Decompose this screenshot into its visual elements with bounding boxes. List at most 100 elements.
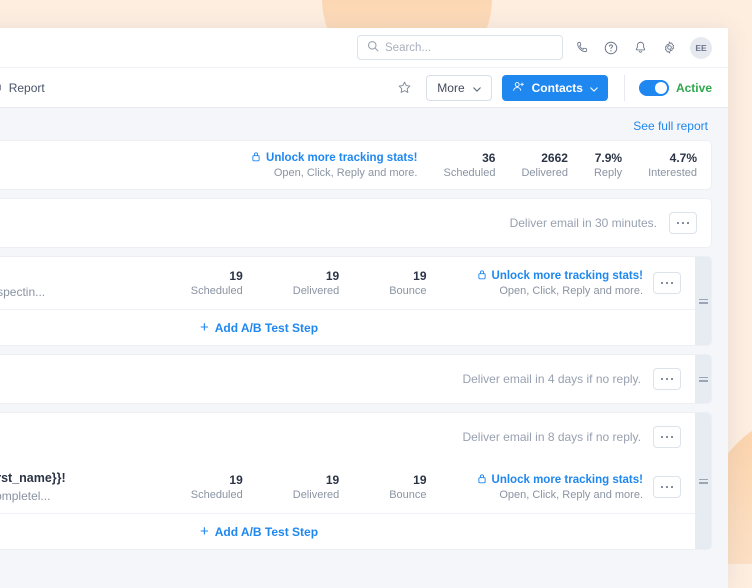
gear-icon[interactable]: [659, 38, 679, 58]
unlock-tracking-label: Unlock more tracking stats!: [492, 270, 643, 282]
deliver-timing-text: Deliver email in 8 days if no reply.: [462, 430, 653, 444]
help-circle-icon[interactable]: [601, 38, 621, 58]
see-full-report-link[interactable]: See full report: [633, 119, 708, 133]
stat-scheduled-label: Scheduled: [443, 167, 495, 179]
step-summary-row: nt 7 Bounced 164 Finished Deliver em: [0, 355, 695, 403]
search-icon: [367, 39, 379, 57]
email-stat-bounce-label: Bounce: [389, 489, 426, 501]
spacer: [0, 404, 712, 412]
stat-scheduled-value: 36: [443, 151, 495, 165]
email-stat-scheduled-value: 19: [191, 473, 243, 487]
unlock-tracking-link[interactable]: Unlock more tracking stats!: [477, 473, 643, 487]
email-stat-scheduled: 19 Scheduled: [191, 473, 243, 501]
summary-stats-card: Unlock more tracking stats! Open, Click,…: [0, 140, 712, 190]
top-bar: ers: App Prospecting Search...: [0, 28, 728, 68]
add-person-icon: [512, 80, 525, 96]
email-stat-scheduled: 19 Scheduled: [191, 269, 243, 297]
add-ab-test-step-button[interactable]: + Add A/B Test Step: [200, 524, 318, 539]
stat-delivered-value: 2662: [521, 151, 567, 165]
email-subject: m is seeing success, {{first_name}}!: [0, 471, 66, 485]
drag-handle[interactable]: [695, 355, 711, 403]
step-options-button[interactable]: [669, 212, 697, 234]
more-button[interactable]: More: [426, 75, 491, 101]
email-stat-bounce-value: 19: [389, 473, 426, 487]
email-subject: venue pipeline: [0, 267, 45, 281]
search-input[interactable]: Search...: [357, 35, 563, 60]
nav-actions: More Contacts: [392, 75, 712, 101]
nav-bar: tivity Log Settings: [0, 68, 728, 108]
step-summary-row: nt 7 Bounced 164 Finished Deliver em: [0, 413, 695, 461]
active-toggle-label: Active: [676, 81, 712, 95]
lock-icon: [477, 269, 487, 283]
email-stat-delivered-label: Delivered: [293, 285, 339, 297]
stat-reply: 7.9% Reply: [594, 151, 622, 179]
spacer: [0, 346, 712, 354]
drag-handle-icon: [699, 479, 708, 484]
stat-interested-value: 4.7%: [648, 151, 697, 165]
stat-interested: 4.7% Interested: [648, 151, 697, 179]
email-preview: ng Apollo to power your prospectin...: [0, 285, 45, 299]
summary-unlock-block[interactable]: Unlock more tracking stats! Open, Click,…: [251, 151, 417, 179]
email-stats: 19 Scheduled 19 Delivered 19 Bounce: [165, 473, 643, 501]
stat-reply-label: Reply: [594, 167, 622, 179]
main-content: See full report Unlock more tracking sta…: [0, 108, 728, 550]
unlock-tracking-link[interactable]: Unlock more tracking stats!: [251, 151, 417, 165]
deliver-timing-text: Deliver email in 30 minutes.: [510, 216, 669, 230]
stat-reply-value: 7.9%: [594, 151, 622, 165]
report-link-row: See full report: [0, 108, 712, 140]
unlock-tracking-label: Unlock more tracking stats!: [492, 474, 643, 486]
spacer: [0, 248, 712, 256]
top-bar-actions: Search...: [357, 35, 712, 60]
sequence-step-card: nt 7 Bounced 164 Finished Deliver em: [0, 354, 712, 404]
unlock-tracking-link[interactable]: Unlock more tracking stats!: [477, 269, 643, 283]
step-options-button[interactable]: [653, 368, 681, 390]
email-stat-delivered-label: Delivered: [293, 489, 339, 501]
add-ab-test-step-button[interactable]: + Add A/B Test Step: [200, 320, 318, 335]
contacts-button[interactable]: Contacts: [502, 75, 608, 101]
spacer: [0, 190, 712, 198]
add-ab-test-step-label: Add A/B Test Step: [215, 321, 318, 335]
step-options-button[interactable]: [653, 426, 681, 448]
drag-handle[interactable]: [695, 413, 711, 549]
phone-icon[interactable]: [572, 38, 592, 58]
email-stat-bounce: 19 Bounce: [389, 473, 426, 501]
search-placeholder: Search...: [385, 42, 431, 54]
active-toggle-group: Active: [624, 75, 712, 101]
active-toggle[interactable]: [639, 80, 669, 96]
plus-icon: +: [200, 320, 209, 335]
unlock-tracking-label: Unlock more tracking stats!: [266, 152, 417, 164]
step-options-button[interactable]: [653, 272, 681, 294]
bell-icon[interactable]: [630, 38, 650, 58]
drag-handle-icon: [699, 377, 708, 382]
add-ab-test-step-label: Add A/B Test Step: [215, 525, 318, 539]
tab-report-label: Report: [9, 81, 45, 95]
email-text-block: m is seeing success, {{first_name}}! ut …: [0, 471, 66, 503]
email-unlock-block[interactable]: Unlock more tracking stats! Open, Click,…: [477, 269, 643, 297]
chevron-down-icon: [473, 81, 481, 95]
stat-interested-label: Interested: [648, 167, 697, 179]
unlock-tracking-sub: Open, Click, Reply and more.: [274, 167, 418, 179]
bar-chart-icon: [0, 80, 3, 96]
email-preview: ut to make sure you were completel...: [0, 489, 66, 503]
star-icon[interactable]: [392, 76, 416, 100]
email-stat-bounce: 19 Bounce: [389, 269, 426, 297]
email-stat-delivered-value: 19: [293, 269, 339, 283]
email-unlock-block[interactable]: Unlock more tracking stats! Open, Click,…: [477, 473, 643, 501]
email-stat-scheduled-label: Scheduled: [191, 489, 243, 501]
step-summary-row: nt 7 Bounced 164 Finished Deliver em: [0, 199, 711, 247]
toggle-knob: [655, 82, 667, 94]
sequence-step-card: nt 7 Bounced 164 Finished Deliver em: [0, 198, 712, 248]
nav-tabs: tivity Log Settings: [0, 80, 45, 96]
drag-handle-icon: [699, 299, 708, 304]
email-step-row: m is seeing success, {{first_name}}! ut …: [0, 461, 695, 513]
lock-icon: [477, 473, 487, 487]
step-options-button[interactable]: [653, 476, 681, 498]
sequence-step-card: venue pipeline ng Apollo to power your p…: [0, 256, 712, 346]
email-stat-bounce-value: 19: [389, 269, 426, 283]
drag-handle[interactable]: [695, 257, 711, 345]
stat-scheduled: 36 Scheduled: [443, 151, 495, 179]
tab-report[interactable]: Report: [0, 80, 45, 96]
avatar[interactable]: EE: [690, 37, 712, 59]
stat-delivered: 2662 Delivered: [521, 151, 567, 179]
chevron-down-icon: [590, 81, 598, 95]
